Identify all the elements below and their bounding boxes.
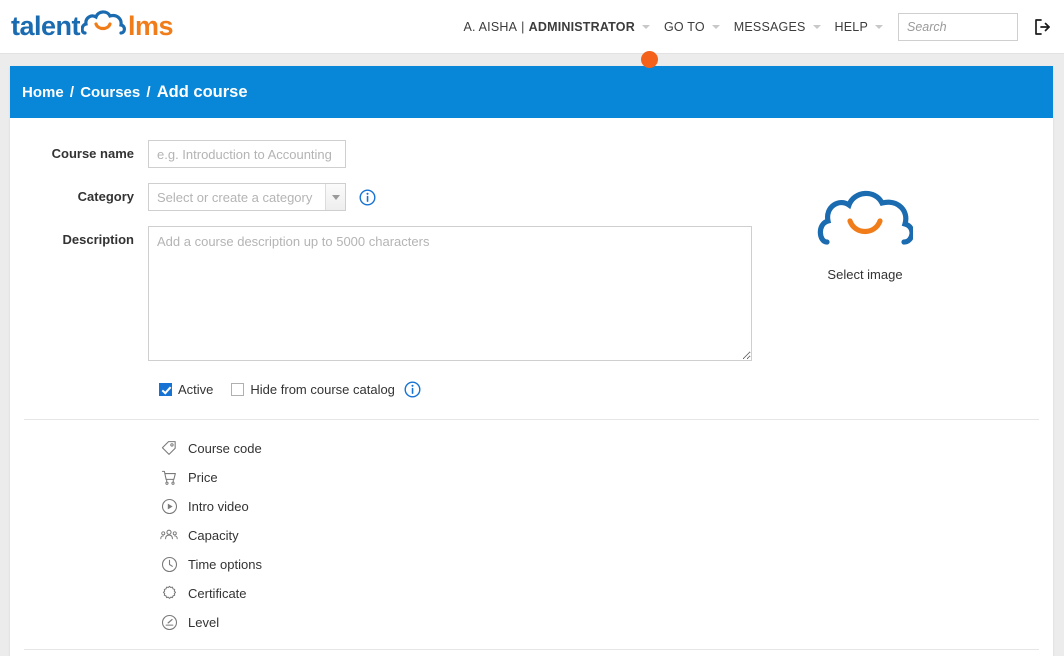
- cursor-click-indicator: [641, 51, 658, 68]
- nav-user-menu[interactable]: A. AISHA | ADMINISTRATOR: [456, 20, 656, 34]
- logout-icon[interactable]: [1032, 17, 1052, 37]
- field-row-course-name: Course name: [10, 140, 1053, 168]
- option-capacity[interactable]: Capacity: [10, 521, 1053, 550]
- option-level[interactable]: Level: [10, 608, 1053, 637]
- nav-item-label: MESSAGES: [734, 20, 806, 34]
- app-logo[interactable]: talent lms: [11, 10, 173, 42]
- option-label: Time options: [188, 557, 262, 572]
- nav-user-name: A. AISHA: [463, 20, 517, 34]
- category-info-icon[interactable]: [359, 183, 376, 211]
- add-course-form: Course name Category Select or create a …: [10, 118, 1053, 656]
- chevron-down-icon: [813, 25, 821, 29]
- breadcrumb-bar: Home / Courses / Add course: [10, 66, 1053, 118]
- content-card: Home / Courses / Add course Course name …: [10, 66, 1053, 656]
- logo-text-lms: lms: [128, 11, 173, 42]
- nav-user-role: ADMINISTRATOR: [529, 20, 635, 34]
- course-name-label: Course name: [10, 140, 148, 168]
- clock-icon: [159, 555, 179, 575]
- option-label: Capacity: [188, 528, 239, 543]
- logo-text-talent: talent: [11, 11, 80, 42]
- active-checkbox-label: Active: [178, 382, 213, 397]
- breadcrumb-separator: /: [70, 84, 74, 101]
- play-circle-icon: [159, 497, 179, 517]
- top-header: talent lms A. AISHA | ADMINISTRATOR GO T…: [0, 0, 1064, 54]
- option-price[interactable]: Price: [10, 463, 1053, 492]
- tag-icon: [159, 439, 179, 459]
- header-nav: A. AISHA | ADMINISTRATOR GO TO MESSAGES …: [456, 0, 1054, 54]
- select-image-button[interactable]: Select image: [800, 188, 930, 282]
- description-textarea[interactable]: [148, 226, 752, 361]
- hide-from-catalog-label: Hide from course catalog: [250, 382, 395, 397]
- breadcrumb-separator: /: [146, 84, 150, 101]
- category-label: Category: [10, 183, 148, 211]
- page-root: talent lms A. AISHA | ADMINISTRATOR GO T…: [0, 0, 1064, 656]
- users-icon: [159, 526, 179, 546]
- cloud-smile-icon: [817, 237, 913, 254]
- chevron-down-icon[interactable]: [325, 184, 345, 210]
- nav-item-goto[interactable]: GO TO: [657, 20, 727, 34]
- option-label: Intro video: [188, 499, 249, 514]
- shopping-cart-icon: [159, 468, 179, 488]
- breadcrumb-current: Add course: [157, 83, 248, 101]
- nav-item-label: HELP: [835, 20, 868, 34]
- option-label: Certificate: [188, 586, 247, 601]
- course-options-list: Course code Price: [10, 420, 1053, 649]
- option-intro-video[interactable]: Intro video: [10, 492, 1053, 521]
- hide-from-catalog-checkbox[interactable]: [231, 383, 244, 396]
- breadcrumb-courses[interactable]: Courses: [80, 84, 140, 101]
- option-course-code[interactable]: Course code: [10, 434, 1053, 463]
- nav-item-help[interactable]: HELP: [828, 20, 890, 34]
- active-checkbox[interactable]: [159, 383, 172, 396]
- option-label: Price: [188, 470, 218, 485]
- chevron-down-icon: [712, 25, 720, 29]
- chevron-down-icon: [875, 25, 883, 29]
- breadcrumb: Home / Courses / Add course: [22, 83, 248, 102]
- certificate-seal-icon: [159, 584, 179, 604]
- breadcrumb-home[interactable]: Home: [22, 84, 64, 101]
- cloud-smile-logo-icon: [81, 9, 127, 44]
- option-label: Level: [188, 615, 219, 630]
- hide-from-catalog-info-icon[interactable]: [404, 381, 421, 398]
- option-time-options[interactable]: Time options: [10, 550, 1053, 579]
- select-image-label: Select image: [800, 267, 930, 282]
- search-input[interactable]: [898, 13, 1018, 41]
- nav-item-messages[interactable]: MESSAGES: [727, 20, 828, 34]
- form-footer: Save and select users or cancel: [10, 650, 1053, 656]
- category-select-value: Select or create a category: [149, 190, 325, 205]
- course-name-input[interactable]: [148, 140, 346, 168]
- category-select[interactable]: Select or create a category: [148, 183, 346, 211]
- nav-item-label: GO TO: [664, 20, 705, 34]
- nav-user-separator: |: [521, 20, 524, 34]
- option-label: Course code: [188, 441, 262, 456]
- course-flags-row: Active Hide from course catalog: [148, 379, 1053, 399]
- description-label: Description: [10, 226, 148, 254]
- chevron-down-icon: [642, 25, 650, 29]
- gauge-icon: [159, 613, 179, 633]
- option-certificate[interactable]: Certificate: [10, 579, 1053, 608]
